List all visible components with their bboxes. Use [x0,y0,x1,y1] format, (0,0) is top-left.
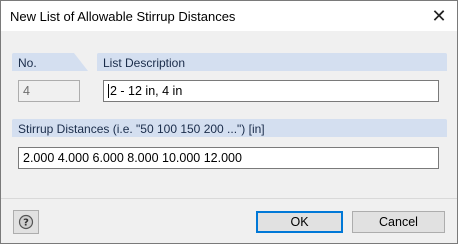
text-caret [108,84,109,98]
number-label: No. [18,56,37,70]
close-button[interactable]: ✕ [421,1,457,31]
ok-button[interactable]: OK [256,211,343,233]
distances-input[interactable]: 2.000 4.000 6.000 8.000 10.000 12.000 [18,147,439,169]
help-button[interactable]: ? [13,210,39,234]
number-group-header: No. [12,53,88,71]
number-field: 4 [18,80,80,102]
description-group-header: List Description [97,53,447,71]
distances-group-header: Stirrup Distances (i.e. "50 100 150 200 … [12,119,447,137]
svg-text:?: ? [23,218,29,229]
dialog-title: New List of Allowable Stirrup Distances [10,9,236,24]
description-input[interactable]: 2 - 12 in, 4 in [103,80,439,102]
title-bar: New List of Allowable Stirrup Distances … [1,1,457,31]
help-icon: ? [18,214,34,230]
description-label: List Description [103,56,186,70]
header-notch [74,53,88,71]
description-value: 2 - 12 in, 4 in [110,84,183,98]
close-icon: ✕ [431,5,447,26]
dialog-window: New List of Allowable Stirrup Distances … [0,0,458,244]
footer-separator [1,198,457,199]
cancel-button[interactable]: Cancel [352,211,445,233]
distances-label: Stirrup Distances (i.e. "50 100 150 200 … [18,122,265,136]
